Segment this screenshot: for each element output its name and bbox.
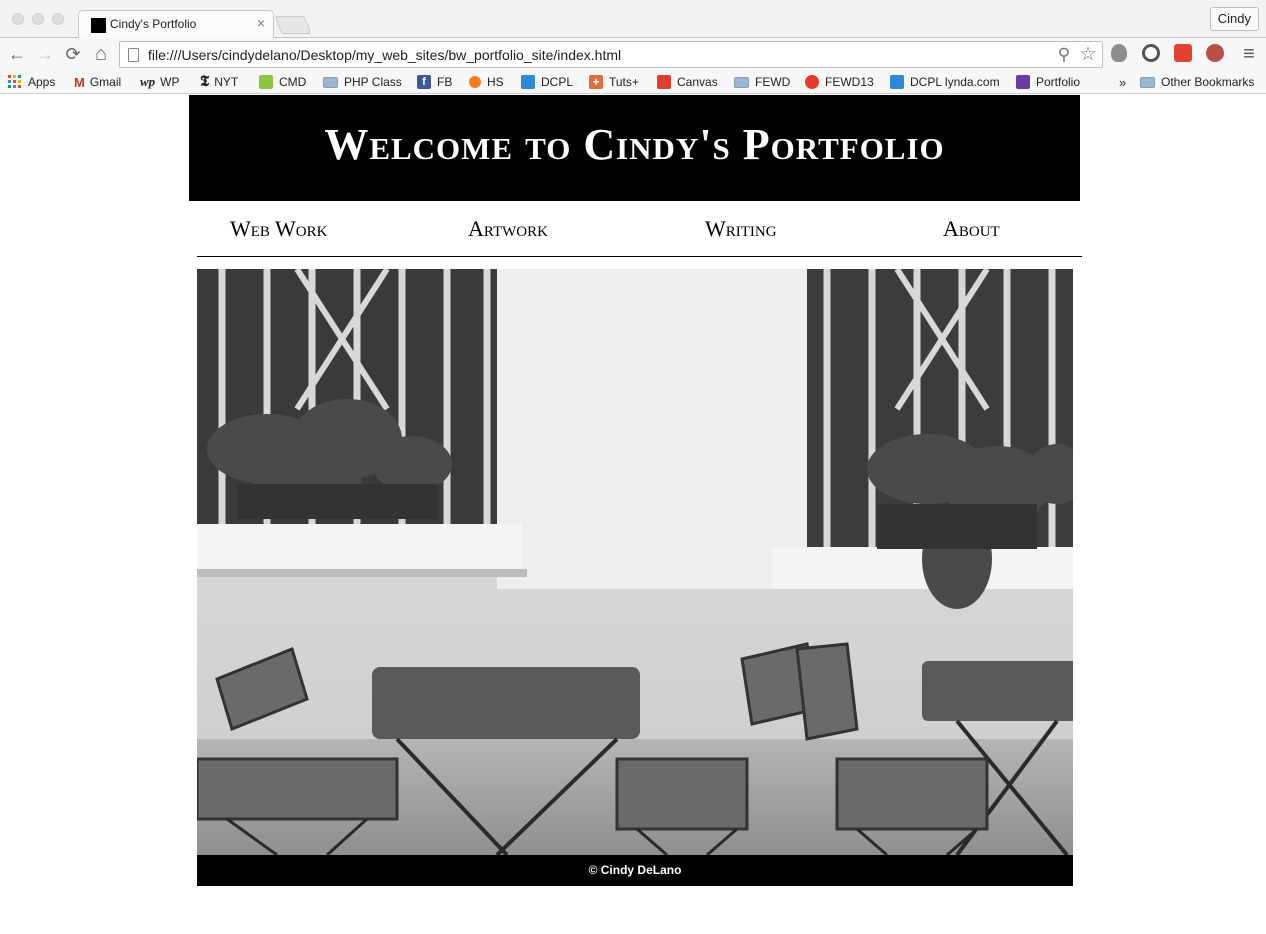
bookmark-label: NYT [214, 75, 239, 89]
bookmark-wp[interactable]: wp WP [140, 73, 180, 91]
close-window-icon[interactable] [12, 13, 24, 25]
bookmark-gmail[interactable]: M Gmail [74, 73, 121, 91]
washington-post-icon: wp [140, 74, 156, 89]
bookmarks-bar: Apps M Gmail wp WP 𝕿 NYT CMD PHP Class f… [0, 70, 1266, 94]
forward-icon[interactable]: → [34, 43, 56, 65]
menu-icon[interactable]: ≡ [1238, 43, 1260, 65]
page-title: Welcome to Cindy's Portfolio [324, 120, 945, 169]
tomato-extension-icon[interactable] [1206, 44, 1224, 62]
bookmark-cmd[interactable]: CMD [259, 73, 306, 91]
copyright-text: © Cindy DeLano [588, 863, 682, 877]
nav-writing[interactable]: Writing [705, 216, 777, 242]
bookmark-label: Canvas [677, 75, 718, 89]
bookmark-label: DCPL lynda.com [910, 75, 1000, 89]
bookmark-label: Tuts+ [609, 75, 639, 89]
tab-close-icon[interactable]: × [257, 15, 265, 31]
search-icon[interactable]: ⚲ [1054, 45, 1074, 65]
reload-icon[interactable]: ⟳ [62, 43, 84, 65]
bookmark-hs[interactable]: HS [469, 73, 504, 91]
bookmark-tuts-plus[interactable]: + Tuts+ [589, 73, 639, 91]
ga-icon [805, 75, 819, 89]
page-icon [128, 48, 139, 62]
nyt-icon: 𝕿 [200, 74, 210, 90]
todoist-extension-icon[interactable] [1174, 44, 1192, 62]
tab-title: Cindy's Portfolio [110, 17, 197, 31]
bookmark-label: PHP Class [344, 75, 402, 89]
hs-icon [469, 76, 481, 88]
bookmark-fb[interactable]: f FB [417, 73, 452, 91]
more-bookmarks-icon[interactable]: » [1119, 73, 1126, 91]
bookmark-label: FEWD13 [825, 75, 874, 89]
bookmark-fewd[interactable]: FEWD [734, 73, 790, 91]
bookmark-other[interactable]: Other Bookmarks [1140, 73, 1254, 91]
folder-icon [323, 76, 338, 88]
nav-artwork[interactable]: Artwork [468, 216, 548, 242]
portfolio-icon [1016, 75, 1030, 89]
zoom-window-icon[interactable] [52, 13, 64, 25]
tuts-plus-icon: + [589, 75, 603, 89]
back-icon[interactable]: ← [6, 43, 28, 65]
canvas-icon [657, 75, 671, 89]
bookmark-portfolio[interactable]: Portfolio [1016, 73, 1080, 91]
bookmark-label: HS [487, 75, 504, 89]
bookmark-nyt[interactable]: 𝕿 NYT [200, 73, 238, 91]
site-header: Welcome to Cindy's Portfolio [189, 95, 1080, 201]
bookmark-apps[interactable]: Apps [8, 73, 55, 91]
minimize-window-icon[interactable] [32, 13, 44, 25]
bookmark-label: CMD [279, 75, 307, 89]
bug-extension-icon[interactable] [1111, 44, 1127, 62]
cmd-icon [259, 75, 273, 89]
bookmark-label: Gmail [89, 75, 122, 89]
bookmark-label: FEWD [755, 75, 791, 89]
folder-icon [1140, 76, 1155, 88]
browser-toolbar: ← → ⟳ ⌂ file:///Users/cindydelano/Deskto… [0, 38, 1266, 70]
site-nav: Web Work Artwork Writing About [197, 212, 1082, 257]
folder-icon [734, 76, 749, 88]
bookmark-label: WP [160, 75, 180, 89]
bookmark-fewd13[interactable]: FEWD13 [805, 73, 874, 91]
address-bar[interactable]: file:///Users/cindydelano/Desktop/my_web… [119, 41, 1103, 68]
profile-button[interactable]: Cindy [1209, 7, 1259, 31]
lynda-icon [890, 75, 904, 89]
bookmark-php-class[interactable]: PHP Class [323, 73, 402, 91]
facebook-icon: f [417, 75, 431, 89]
bookmark-dcpl[interactable]: DCPL [521, 73, 573, 91]
url-text[interactable]: file:///Users/cindydelano/Desktop/my_web… [148, 47, 621, 63]
browser-tab[interactable]: Cindy's Portfolio × [78, 10, 274, 38]
lynda-icon [521, 75, 535, 89]
apps-grid-icon [8, 75, 21, 88]
nav-web-work[interactable]: Web Work [230, 216, 327, 242]
bookmark-dcpl-lynda[interactable]: DCPL lynda.com [890, 73, 1000, 91]
sync-extension-icon[interactable] [1142, 44, 1160, 62]
tab-favicon-icon [91, 18, 106, 33]
new-tab-button[interactable] [274, 16, 312, 34]
bookmark-label: DCPL [541, 75, 574, 89]
photo-illustration [197, 269, 1073, 855]
cafe-tables-photo [197, 269, 1073, 855]
bookmark-star-icon[interactable]: ☆ [1078, 45, 1098, 65]
site-footer: © Cindy DeLano [197, 855, 1073, 886]
bookmark-label: FB [437, 75, 453, 89]
bookmark-label: Portfolio [1036, 75, 1081, 89]
bookmark-canvas[interactable]: Canvas [657, 73, 718, 91]
home-icon[interactable]: ⌂ [90, 43, 112, 65]
nav-about[interactable]: About [943, 216, 1000, 242]
bookmark-label: Apps [28, 75, 56, 89]
browser-titlebar: Cindy's Portfolio × Cindy [0, 0, 1266, 38]
bookmark-label: Other Bookmarks [1161, 75, 1255, 89]
gmail-icon: M [74, 74, 85, 90]
